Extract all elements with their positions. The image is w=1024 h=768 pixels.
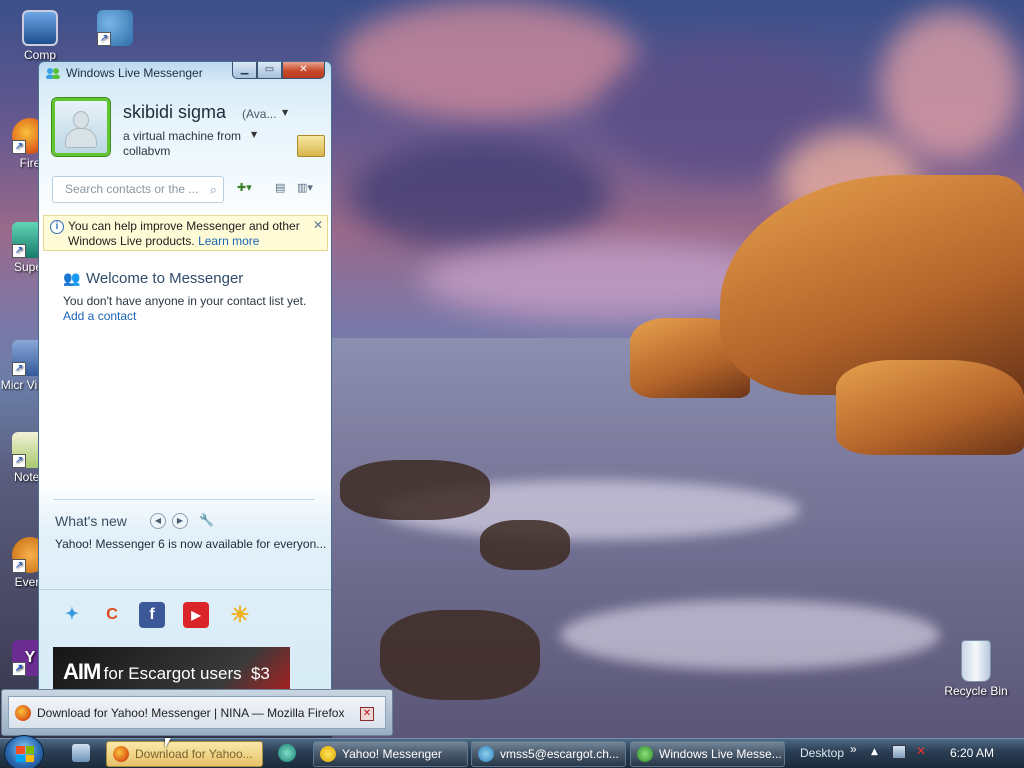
search-icon: ⌕ <box>209 182 217 197</box>
status-text[interactable]: (Ava... <box>242 107 276 121</box>
start-button[interactable] <box>4 735 44 768</box>
whats-new-item[interactable]: Yahoo! Messenger 6 is now available for … <box>55 537 326 551</box>
personal-message-dropdown-icon[interactable]: ▼ <box>251 130 257 139</box>
mouse-cursor <box>165 738 171 748</box>
firefox-icon <box>15 704 31 721</box>
taskbar-button-yahoo[interactable]: Yahoo! Messenger <box>313 741 468 767</box>
toolbar-chevron-icon[interactable]: » <box>850 742 857 756</box>
clock[interactable]: 6:20 AM <box>950 746 994 760</box>
desktop-icon-computer[interactable]: Comp <box>10 10 70 62</box>
yahoo-smiley-icon <box>320 746 336 762</box>
divider <box>53 499 315 500</box>
desktop-toolbar-label[interactable]: Desktop <box>800 746 844 760</box>
taskbar-button-conversation[interactable]: vmss5@escargot.ch... <box>471 741 626 767</box>
messenger-logo-icon <box>637 746 653 762</box>
welcome-heading: Welcome to Messenger <box>86 270 244 287</box>
recycle-bin-icon <box>961 640 991 682</box>
add-contact-icon[interactable]: ✚▾ <box>237 181 252 199</box>
sun-icon[interactable]: ☀ <box>227 602 253 628</box>
caption-buttons: ▁ ▭ ✕ <box>232 62 325 79</box>
personal-message[interactable]: a virtual machine from collabvm <box>123 129 263 159</box>
welcome-contacts-icon: 👥 <box>63 271 81 287</box>
empty-list-text: You don't have anyone in your contact li… <box>63 294 307 308</box>
volume-muted-icon[interactable]: ✕ <box>916 744 926 758</box>
messenger-window[interactable]: Windows Live Messenger ▁ ▭ ✕ skibidi sig… <box>38 61 332 701</box>
divider <box>39 589 331 590</box>
mail-icon[interactable] <box>297 135 325 157</box>
firefox-icon <box>113 746 129 762</box>
messenger-conversation-icon <box>478 746 494 762</box>
avatar[interactable] <box>52 98 110 156</box>
show-desktop-icon[interactable] <box>72 744 90 762</box>
facebook-icon[interactable]: f <box>139 602 165 628</box>
desktop-icon-recycle-bin[interactable]: Recycle Bin <box>940 640 1012 698</box>
info-icon: i <box>50 220 64 234</box>
maximize-button[interactable]: ▭ <box>257 62 282 79</box>
window-title: Windows Live Messenger <box>66 66 203 80</box>
minimize-button[interactable]: ▁ <box>232 62 257 79</box>
youtube-icon[interactable]: ▶ <box>183 602 209 628</box>
learn-more-link[interactable]: Learn more <box>198 234 259 248</box>
status-dropdown-icon[interactable]: ▼ <box>282 108 288 117</box>
computer-icon <box>22 10 58 46</box>
next-icon[interactable]: ▶ <box>172 513 188 529</box>
network-users-icon: ↗ <box>97 10 133 46</box>
close-button[interactable]: ✕ <box>282 62 325 79</box>
whats-new-heading: What's new <box>55 513 127 529</box>
tray-expand-icon[interactable]: ▲ <box>871 747 878 757</box>
messenger-quicklaunch-icon[interactable] <box>278 744 296 762</box>
info-bar: i You can help improve Messenger and oth… <box>43 215 328 251</box>
taskbar-button-firefox[interactable]: Download for Yahoo... <box>106 741 263 767</box>
desktop-icon-network[interactable]: ↗ <box>85 10 145 48</box>
search-input[interactable]: Search contacts or the ... ⌕ <box>52 176 224 203</box>
popup-title: Download for Yahoo! Messenger | NINA — M… <box>37 705 345 720</box>
taskbar-button-wlm[interactable]: Windows Live Messe... <box>630 741 785 767</box>
taskbar-preview-popup[interactable]: Download for Yahoo! Messenger | NINA — M… <box>1 689 393 736</box>
network-icon[interactable] <box>892 745 906 759</box>
wrench-icon[interactable]: 🔧 <box>199 513 214 527</box>
refresh-icon[interactable]: C <box>99 602 125 628</box>
popup-close-button[interactable]: ✕ <box>360 707 374 721</box>
messenger-logo-icon <box>45 67 61 80</box>
display-name[interactable]: skibidi sigma <box>123 102 226 123</box>
layout-icon[interactable]: ▤ <box>275 181 285 199</box>
options-icon[interactable]: ▥▾ <box>297 181 313 199</box>
taskbar: Download for Yahoo... Yahoo! Messenger v… <box>0 735 1024 768</box>
butterfly-icon[interactable]: ✦ <box>59 602 85 628</box>
close-info-icon[interactable]: ✕ <box>313 218 323 233</box>
previous-icon[interactable]: ◀ <box>150 513 166 529</box>
windows-logo-icon <box>16 746 34 762</box>
add-contact-link[interactable]: Add a contact <box>63 309 136 323</box>
